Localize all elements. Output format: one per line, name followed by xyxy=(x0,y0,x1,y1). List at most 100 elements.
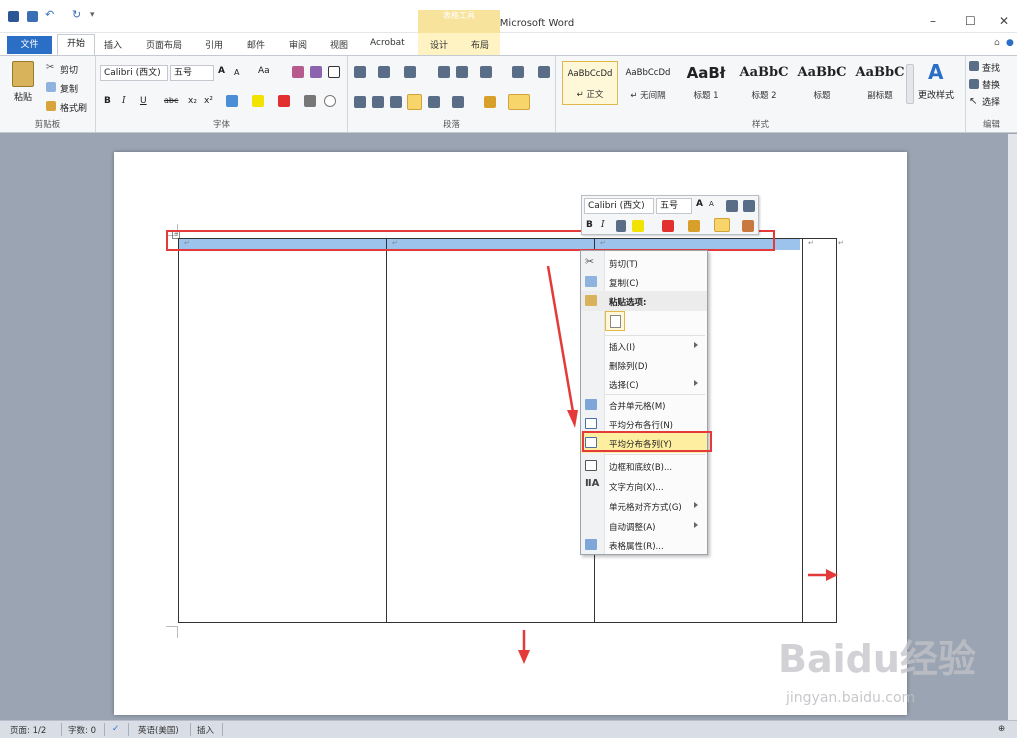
show-marks-icon[interactable] xyxy=(538,66,550,78)
find-button[interactable]: 查找 xyxy=(982,61,1000,74)
menu-item-table-properties[interactable]: 表格属性(R)... xyxy=(581,535,707,555)
distributed-icon[interactable] xyxy=(428,96,440,108)
clear-format-icon[interactable] xyxy=(292,66,304,78)
tab-mailings[interactable]: 邮件 xyxy=(247,38,265,51)
mini-shrink-font-icon[interactable]: A xyxy=(709,200,714,208)
cut-button[interactable]: 剪切 xyxy=(60,63,78,76)
char-shading-icon[interactable] xyxy=(304,95,316,107)
language-indicator[interactable]: 英语(美国) xyxy=(138,724,179,736)
mini-increase-indent-icon[interactable] xyxy=(743,200,755,212)
tab-acrobat[interactable]: Acrobat xyxy=(370,38,405,48)
page-count[interactable]: 页面: 1/2 xyxy=(10,724,46,736)
mini-font-color-icon[interactable] xyxy=(662,220,674,232)
char-border-icon[interactable] xyxy=(328,66,340,78)
highlight-color-icon[interactable] xyxy=(252,95,264,107)
superscript-button[interactable]: x² xyxy=(204,96,213,106)
justify-icon[interactable] xyxy=(407,94,422,110)
menu-item-autofit[interactable]: 自动调整(A) xyxy=(581,516,707,536)
styles-scroll-icon[interactable] xyxy=(906,64,914,104)
table-col-border-4[interactable] xyxy=(802,238,803,623)
insert-mode-indicator[interactable]: 插入 xyxy=(197,724,214,736)
subscript-button[interactable]: x₂ xyxy=(188,96,197,106)
close-button[interactable]: ✕ xyxy=(999,14,1009,28)
menu-item-copy[interactable]: 复制(C) xyxy=(581,272,707,292)
paste-icon[interactable] xyxy=(12,61,34,87)
strikethrough-button[interactable]: abc xyxy=(164,96,178,105)
table-col-border-1[interactable] xyxy=(178,238,179,623)
style-heading-2[interactable]: AaBbC 标题 2 xyxy=(736,61,792,105)
text-effects-icon[interactable] xyxy=(226,95,238,107)
decrease-indent-icon[interactable] xyxy=(438,66,450,78)
help-icon[interactable]: ● xyxy=(1006,38,1014,48)
mini-shading-icon[interactable] xyxy=(688,220,700,232)
mini-borders-icon[interactable] xyxy=(714,218,730,232)
menu-item-delete-columns[interactable]: 删除列(D) xyxy=(581,355,707,375)
borders-icon[interactable] xyxy=(508,94,530,110)
vertical-scrollbar[interactable] xyxy=(1008,134,1017,720)
paste-button[interactable]: 粘贴 xyxy=(14,90,32,103)
menu-item-select[interactable]: 选择(C) xyxy=(581,374,707,394)
line-spacing-icon[interactable] xyxy=(452,96,464,108)
minimize-button[interactable]: – xyxy=(930,14,936,28)
phonetic-guide-icon[interactable] xyxy=(310,66,322,78)
mini-bold-button[interactable]: B xyxy=(586,220,593,230)
change-case-button[interactable]: Aa xyxy=(258,66,270,76)
multilevel-list-icon[interactable] xyxy=(404,66,416,78)
underline-button[interactable]: U xyxy=(140,96,147,106)
style-normal[interactable]: AaBbCcDd ↵ 正文 xyxy=(562,61,618,105)
tab-insert[interactable]: 插入 xyxy=(104,38,122,51)
tab-references[interactable]: 引用 xyxy=(205,38,223,51)
change-styles-button[interactable]: 更改样式 xyxy=(918,88,954,101)
format-painter-button[interactable]: 格式刷 xyxy=(60,101,87,114)
copy-button[interactable]: 复制 xyxy=(60,82,78,95)
align-right-icon[interactable] xyxy=(390,96,402,108)
word-count[interactable]: 字数: 0 xyxy=(68,724,96,736)
menu-item-insert[interactable]: 插入(I) xyxy=(581,336,707,356)
bullets-icon[interactable] xyxy=(354,66,366,78)
tab-view[interactable]: 视图 xyxy=(330,38,348,51)
tab-design[interactable]: 设计 xyxy=(430,38,448,51)
menu-item-borders-shading[interactable]: 边框和底纹(B)... xyxy=(581,456,707,476)
style-no-spacing[interactable]: AaBbCcDd ↵ 无间隔 xyxy=(620,61,676,105)
collapse-ribbon-icon[interactable]: ⌂ xyxy=(994,38,1000,48)
mini-grow-font-icon[interactable]: A xyxy=(696,199,703,209)
tab-layout[interactable]: 布局 xyxy=(471,38,489,51)
style-title[interactable]: AaBbC 标题 xyxy=(794,61,850,105)
tab-file[interactable]: 文件 xyxy=(7,36,52,54)
style-subtitle[interactable]: AaBbC 副标题 xyxy=(852,61,908,105)
mini-highlight-icon[interactable] xyxy=(632,220,644,232)
tab-page-layout[interactable]: 页面布局 xyxy=(146,38,182,51)
font-size-dropdown[interactable]: 五号 xyxy=(170,65,214,81)
shading-icon[interactable] xyxy=(484,96,496,108)
numbering-icon[interactable] xyxy=(378,66,390,78)
tab-review[interactable]: 审阅 xyxy=(289,38,307,51)
bold-button[interactable]: B xyxy=(104,96,111,106)
menu-item-merge-cells[interactable]: 合并单元格(M) xyxy=(581,395,707,415)
enclose-chars-icon[interactable] xyxy=(324,95,336,107)
maximize-button[interactable]: ☐ xyxy=(965,14,976,28)
font-name-dropdown[interactable]: Calibri (西文) xyxy=(100,65,168,81)
italic-button[interactable]: I xyxy=(122,96,126,106)
mini-decrease-indent-icon[interactable] xyxy=(726,200,738,212)
mini-center-icon[interactable] xyxy=(616,220,626,232)
paste-keep-formatting-button[interactable] xyxy=(605,311,625,331)
center-icon[interactable] xyxy=(372,96,384,108)
replace-button[interactable]: 替换 xyxy=(982,78,1000,91)
menu-item-text-direction[interactable]: ⅡA 文字方向(X)... xyxy=(581,476,707,496)
mini-italic-button[interactable]: I xyxy=(601,220,605,230)
mini-format-painter-icon[interactable] xyxy=(742,220,754,232)
tab-home[interactable]: 开始 xyxy=(57,34,95,55)
shrink-font-button[interactable]: A xyxy=(234,68,239,77)
select-button[interactable]: 选择 xyxy=(982,95,1000,108)
font-color-icon[interactable] xyxy=(278,95,290,107)
align-left-icon[interactable] xyxy=(354,96,366,108)
style-heading-1[interactable]: AaBł 标题 1 xyxy=(678,61,734,105)
mini-size-dropdown[interactable]: 五号 xyxy=(656,198,692,214)
menu-item-cut[interactable]: ✂ 剪切(T) xyxy=(581,253,707,273)
mini-font-dropdown[interactable]: Calibri (西文) xyxy=(584,198,654,214)
proofing-icon[interactable]: ✓ xyxy=(112,724,119,734)
table-col-border-2[interactable] xyxy=(386,238,387,623)
increase-indent-icon[interactable] xyxy=(456,66,468,78)
chinese-layout-icon[interactable] xyxy=(480,66,492,78)
menu-item-cell-alignment[interactable]: 单元格对齐方式(G) xyxy=(581,496,707,516)
